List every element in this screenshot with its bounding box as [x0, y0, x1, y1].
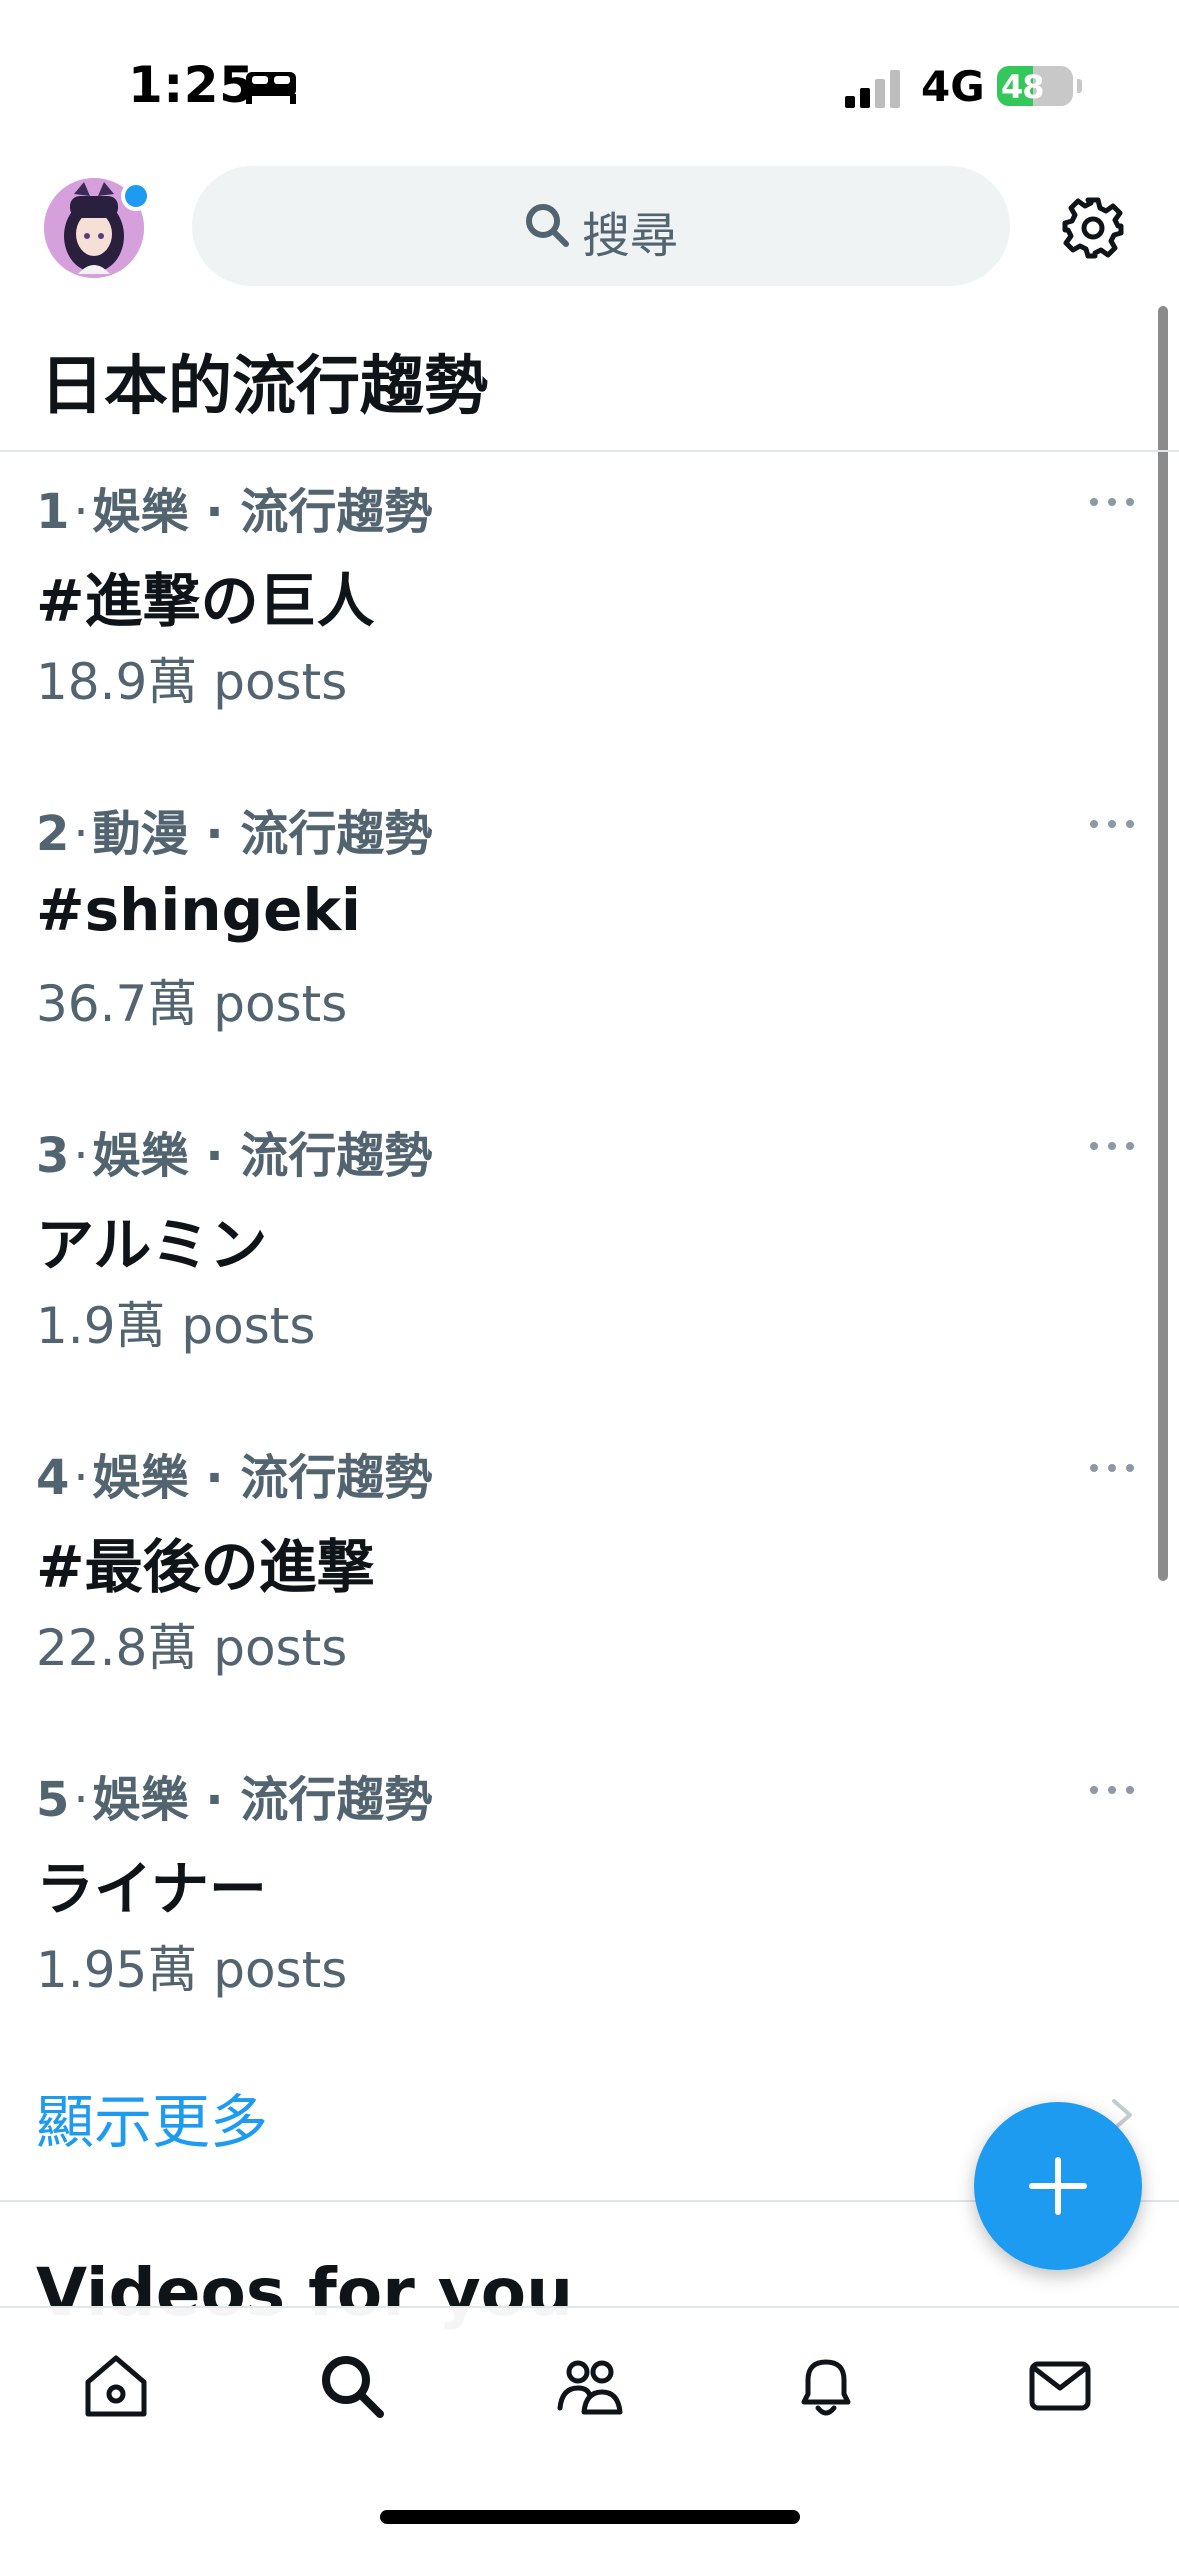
- trend-item[interactable]: 2·動漫 · 流行趨勢 #shingeki 36.7萬 posts: [0, 794, 1179, 1116]
- trend-post-count: 18.9萬 posts: [36, 653, 348, 711]
- trend-name: ライナー: [36, 1855, 267, 1923]
- trend-category: 娛樂 · 流行趨勢: [92, 484, 433, 540]
- bell-icon[interactable]: [790, 2350, 862, 2422]
- search-icon: [526, 204, 569, 247]
- trend-name: アルミン: [36, 1211, 268, 1279]
- trend-meta: 2·動漫 · 流行趨勢: [36, 806, 433, 862]
- trend-meta: 3·娛樂 · 流行趨勢: [36, 1128, 433, 1184]
- trend-rank: 4: [36, 1450, 70, 1506]
- plus-icon: [1029, 2157, 1087, 2215]
- trend-name: #進撃の巨人: [36, 567, 375, 635]
- communities-icon[interactable]: [554, 2350, 626, 2422]
- trend-post-count: 22.8萬 posts: [36, 1619, 348, 1677]
- trend-post-count: 36.7萬 posts: [36, 975, 348, 1033]
- search-placeholder: 搜尋: [582, 208, 679, 264]
- trend-rank: 3: [36, 1128, 70, 1184]
- trend-name: #shingeki: [36, 876, 361, 944]
- trend-rank: 5: [36, 1772, 70, 1828]
- more-options-icon[interactable]: [1088, 1136, 1136, 1156]
- trend-category: 動漫 · 流行趨勢: [92, 806, 433, 862]
- trend-item[interactable]: 3·娛樂 · 流行趨勢 アルミン 1.9萬 posts: [0, 1116, 1179, 1438]
- trend-meta: 5·娛樂 · 流行趨勢: [36, 1772, 433, 1828]
- signal-icon: [845, 70, 900, 108]
- more-options-icon[interactable]: [1088, 1780, 1136, 1800]
- notification-dot: [121, 181, 151, 211]
- trend-post-count: 1.95萬 posts: [36, 1941, 348, 1999]
- trend-item[interactable]: 1·娛樂 · 流行趨勢 #進撃の巨人 18.9萬 posts: [0, 472, 1179, 794]
- trend-rank: 2: [36, 806, 70, 862]
- trend-rank: 1: [36, 484, 70, 540]
- trend-post-count: 1.9萬 posts: [36, 1297, 316, 1355]
- page-title: 日本的流行趨勢: [40, 350, 488, 424]
- trend-meta: 4·娛樂 · 流行趨勢: [36, 1450, 433, 1506]
- battery-percent: 48: [1001, 68, 1045, 106]
- status-bar: 1:25 4G 48: [0, 0, 1179, 170]
- trend-name: #最後の進撃: [36, 1533, 375, 1601]
- compose-button[interactable]: [974, 2102, 1142, 2270]
- mail-icon[interactable]: [1024, 2350, 1096, 2422]
- trend-category: 娛樂 · 流行趨勢: [92, 1772, 433, 1828]
- gear-icon[interactable]: [1060, 195, 1126, 261]
- home-icon[interactable]: [80, 2350, 152, 2422]
- battery-icon: 48: [997, 66, 1082, 106]
- more-options-icon[interactable]: [1088, 814, 1136, 834]
- trend-item[interactable]: 5·娛樂 · 流行趨勢 ライナー 1.95萬 posts: [0, 1760, 1179, 2082]
- trend-category: 娛樂 · 流行趨勢: [92, 1450, 433, 1506]
- trend-item[interactable]: 4·娛樂 · 流行趨勢 #最後の進撃 22.8萬 posts: [0, 1438, 1179, 1760]
- bed-icon: [246, 72, 296, 104]
- status-time: 1:25: [128, 56, 255, 114]
- show-more-link[interactable]: 顯示更多: [36, 2075, 268, 2159]
- network-label: 4G: [921, 62, 985, 111]
- search-input[interactable]: 搜尋: [192, 166, 1010, 286]
- trend-category: 娛樂 · 流行趨勢: [92, 1128, 433, 1184]
- trend-meta: 1·娛樂 · 流行趨勢: [36, 484, 433, 540]
- more-options-icon[interactable]: [1088, 1458, 1136, 1478]
- search-icon[interactable]: [316, 2350, 388, 2422]
- more-options-icon[interactable]: [1088, 492, 1136, 512]
- top-bar: 搜尋: [0, 166, 1179, 286]
- home-indicator: [380, 2510, 800, 2524]
- divider: [0, 450, 1179, 452]
